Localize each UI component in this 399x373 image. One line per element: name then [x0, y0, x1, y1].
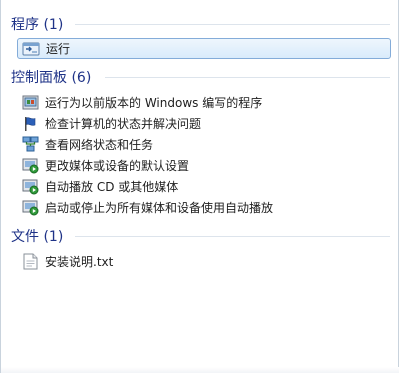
- autoplay-icon: [21, 157, 39, 175]
- result-item-label: 安装说明.txt: [45, 255, 114, 269]
- result-item-run[interactable]: 运行: [17, 38, 391, 59]
- result-item-label: 运行: [46, 42, 71, 56]
- panel-bottom-edge: [1, 367, 399, 373]
- autoplay-icon: [21, 199, 39, 217]
- result-item-label: 检查计算机的状态并解决问题: [45, 117, 202, 131]
- group-divider: [75, 24, 390, 25]
- result-item-label: 运行为以前版本的 Windows 编写的程序: [45, 96, 263, 110]
- group-header-files-label: 文件 (1): [11, 229, 64, 245]
- result-item-compatibility[interactable]: 运行为以前版本的 Windows 编写的程序: [21, 92, 262, 113]
- result-item-autoplay-toggle[interactable]: 启动或停止为所有媒体和设备使用自动播放: [21, 197, 273, 218]
- network-icon: [21, 136, 39, 154]
- result-item-label: 更改媒体或设备的默认设置: [45, 159, 190, 173]
- group-header-programs-label: 程序 (1): [11, 17, 64, 33]
- result-item-default-media-settings[interactable]: 更改媒体或设备的默认设置: [21, 155, 189, 176]
- action-center-flag-icon: [21, 115, 39, 133]
- compatibility-icon: [21, 94, 39, 112]
- result-item-action-center[interactable]: 检查计算机的状态并解决问题: [21, 113, 201, 134]
- group-header-control-panel-label: 控制面板 (6): [11, 70, 92, 86]
- autoplay-icon: [21, 178, 39, 196]
- group-header-files: 文件 (1): [11, 226, 63, 246]
- result-item-label: 启动或停止为所有媒体和设备使用自动播放: [45, 201, 274, 215]
- result-item-network[interactable]: 查看网络状态和任务: [21, 134, 153, 155]
- run-dialog-icon: [22, 40, 40, 58]
- result-item-label: 自动播放 CD 或其他媒体: [45, 180, 179, 194]
- group-header-programs: 程序 (1): [11, 14, 63, 34]
- text-file-icon: [21, 253, 39, 271]
- group-header-control-panel: 控制面板 (6): [11, 67, 91, 87]
- result-item-autoplay-cd[interactable]: 自动播放 CD 或其他媒体: [21, 176, 178, 197]
- result-item-label: 查看网络状态和任务: [45, 138, 154, 152]
- group-divider: [75, 236, 390, 237]
- result-item-text-file[interactable]: 安装说明.txt: [21, 251, 113, 272]
- group-divider: [105, 77, 390, 78]
- start-menu-search-results: 程序 (1) 运行 控制面板 (6) 运行为以前版本的 Windows 编写的程…: [0, 0, 399, 373]
